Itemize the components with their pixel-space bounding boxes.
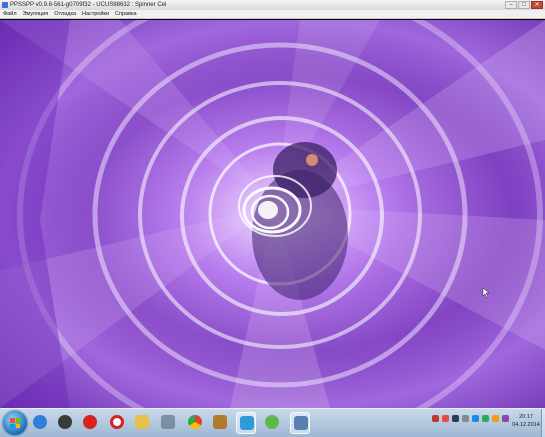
taskbar: 20:17 04.12.2014: [0, 408, 545, 437]
taskbar-torrent-icon[interactable]: [262, 412, 282, 434]
menu-emulation[interactable]: Эмуляция: [23, 10, 49, 18]
taskbar-ie-icon[interactable]: [30, 412, 50, 434]
tray-icon[interactable]: [432, 415, 439, 422]
menu-help[interactable]: Справка: [115, 10, 137, 18]
tray-icon[interactable]: [442, 415, 449, 422]
clock[interactable]: 20:17 04.12.2014: [511, 413, 541, 429]
menu-settings[interactable]: Настройки: [82, 10, 109, 18]
close-button[interactable]: ✕: [531, 1, 543, 9]
clock-time: 20:17: [519, 414, 533, 420]
taskbar-tool-icon[interactable]: [158, 412, 178, 434]
game-display[interactable]: [0, 20, 545, 408]
menu-file[interactable]: Файл: [3, 10, 17, 18]
app-icon: [2, 2, 8, 8]
show-desktop-button[interactable]: [541, 409, 545, 437]
tray-icon[interactable]: [472, 415, 479, 422]
window-title: PPSSPP v0.9.8-561-g0709f32 - UCUS98632 :…: [10, 2, 167, 8]
taskbar-opera-icon[interactable]: [80, 412, 100, 434]
menu-debug[interactable]: Отладка: [54, 10, 76, 18]
taskbar-ppsspp-icon[interactable]: [290, 412, 310, 434]
tray-icon[interactable]: [452, 415, 459, 422]
system-tray: [432, 415, 509, 422]
tray-icon[interactable]: [482, 415, 489, 422]
maximize-button[interactable]: □: [518, 1, 530, 9]
tray-icon[interactable]: [462, 415, 469, 422]
taskbar-game-icon[interactable]: [210, 412, 230, 434]
menu-bar: Файл Эмуляция Отладка Настройки Справка: [0, 10, 545, 19]
video-frame-artwork: [0, 20, 545, 408]
tray-icon[interactable]: [492, 415, 499, 422]
taskbar-chrome-icon[interactable]: [185, 412, 205, 434]
clock-date: 04.12.2014: [512, 422, 540, 428]
taskbar-opera-red-icon[interactable]: [107, 412, 127, 434]
windows-logo-icon: [10, 418, 20, 428]
taskbar-media-icon[interactable]: [55, 412, 75, 434]
app-window: PPSSPP v0.9.8-561-g0709f32 - UCUS98632 :…: [0, 0, 545, 437]
minimize-button[interactable]: –: [505, 1, 517, 9]
taskbar-app-icon[interactable]: [236, 412, 256, 434]
tray-icon[interactable]: [502, 415, 509, 422]
start-button[interactable]: [3, 411, 27, 435]
taskbar-folder-icon[interactable]: [132, 412, 152, 434]
